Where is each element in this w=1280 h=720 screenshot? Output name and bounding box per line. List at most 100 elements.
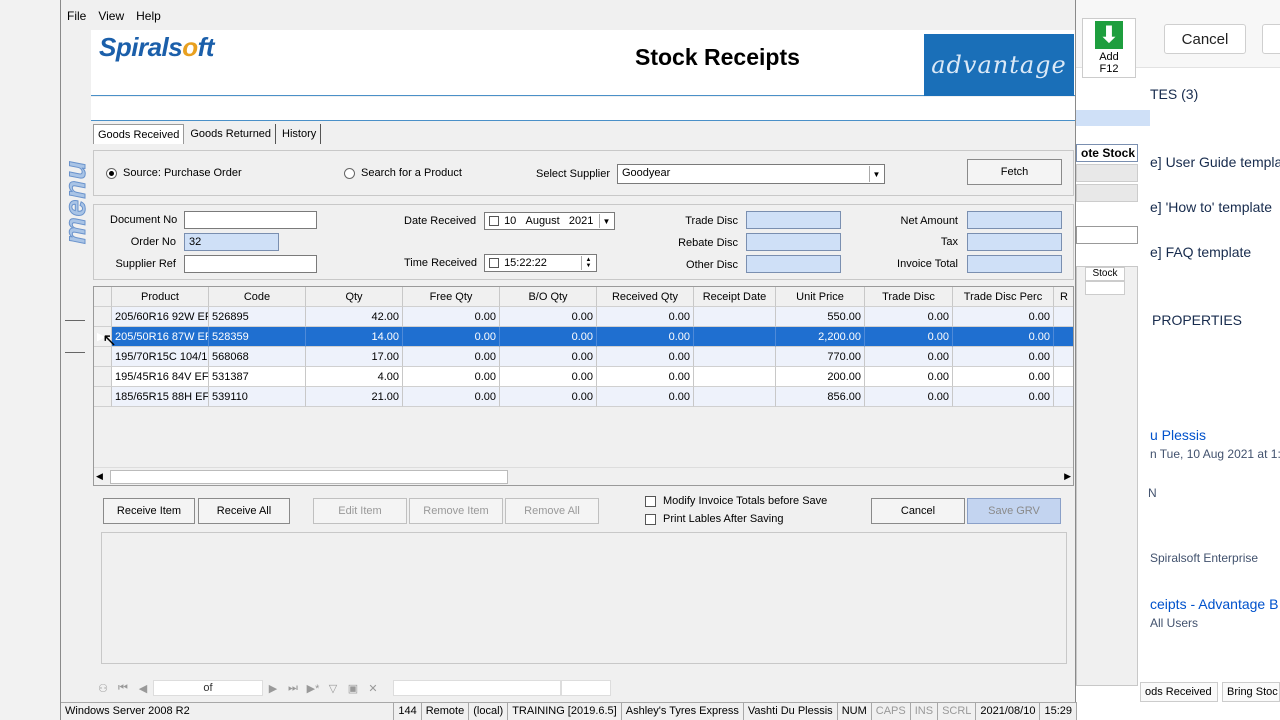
cell-trade-disc[interactable]: 0.00: [865, 347, 953, 367]
cell-free-qty[interactable]: 0.00: [403, 327, 500, 347]
cell-r[interactable]: [1054, 387, 1073, 407]
menu-help[interactable]: Help: [130, 6, 167, 26]
tab-goods-received[interactable]: Goods Received: [93, 124, 185, 144]
cell-free-qty[interactable]: 0.00: [403, 307, 500, 327]
bg-user-guide-link[interactable]: e] User Guide templa: [1150, 154, 1280, 170]
new-record-icon[interactable]: ▶*: [303, 679, 323, 697]
table-row[interactable]: 195/45R16 84V EFI 531387 4.00 0.00 0.00 0.00 2…: [94, 367, 1073, 387]
receive-all-button[interactable]: Receive All: [198, 498, 290, 524]
col-header-qty[interactable]: Qty: [306, 287, 403, 307]
table-row[interactable]: 205/60R16 92W EF 526895 42.00 0.00 0.00 0.00 5…: [94, 307, 1073, 327]
cell-qty[interactable]: 14.00: [306, 327, 403, 347]
record-position[interactable]: of: [153, 680, 263, 696]
table-row[interactable]: 195/70R15C 104/1(568068 17.00 0.00 0.00 0.00…: [94, 347, 1073, 367]
table-row[interactable]: 185/65R15 88H EFI 539110 21.00 0.00 0.00 0.00…: [94, 387, 1073, 407]
cell-trade-disc[interactable]: 0.00: [865, 327, 953, 347]
cell-received-qty[interactable]: 0.00: [597, 347, 694, 367]
cell-unit-price[interactable]: 856.00: [776, 387, 865, 407]
invoice-total-input[interactable]: [967, 255, 1062, 273]
col-header-unit-price[interactable]: Unit Price: [776, 287, 865, 307]
bg-receipts-link[interactable]: ceipts - Advantage B: [1150, 596, 1278, 612]
filter-icon[interactable]: ▽: [323, 679, 343, 697]
date-received-picker[interactable]: 10 August 2021 ▼: [484, 212, 615, 230]
cell-trade-disc[interactable]: 0.00: [865, 387, 953, 407]
cell-free-qty[interactable]: 0.00: [403, 347, 500, 367]
order-no-input[interactable]: 32: [184, 233, 279, 251]
supplier-ref-input[interactable]: [184, 255, 317, 273]
cell-code[interactable]: 531387: [209, 367, 306, 387]
bg-author-link[interactable]: u Plessis: [1150, 427, 1206, 443]
cell-trade-disc[interactable]: 0.00: [865, 307, 953, 327]
rebate-disc-input[interactable]: [746, 233, 841, 251]
horizontal-scrollbar[interactable]: ◀ ▶: [94, 467, 1073, 485]
bg-how-to-link[interactable]: e] 'How to' template: [1150, 199, 1272, 215]
tax-input[interactable]: [967, 233, 1062, 251]
cell-received-qty[interactable]: 0.00: [597, 307, 694, 327]
cell-unit-price[interactable]: 770.00: [776, 347, 865, 367]
menu-view[interactable]: View: [92, 6, 130, 26]
delete-icon[interactable]: ✕: [363, 679, 383, 697]
cell-receipt-date[interactable]: [694, 307, 776, 327]
tab-history[interactable]: History: [278, 124, 322, 144]
add-button[interactable]: ⬇ Add F12: [1082, 18, 1136, 78]
col-header-product[interactable]: Product: [112, 287, 209, 307]
cell-code[interactable]: 526895: [209, 307, 306, 327]
cell-qty[interactable]: 4.00: [306, 367, 403, 387]
col-header-receipt-date[interactable]: Receipt Date: [694, 287, 776, 307]
col-header-trade-disc[interactable]: Trade Disc: [865, 287, 953, 307]
cell-trade-disc-perc[interactable]: 0.00: [953, 307, 1054, 327]
cell-trade-disc[interactable]: 0.00: [865, 367, 953, 387]
receipt-grid[interactable]: Product Code Qty Free Qty B/O Qty Receiv…: [93, 286, 1074, 486]
cell-r[interactable]: [1054, 347, 1073, 367]
cell-trade-disc-perc[interactable]: 0.00: [953, 387, 1054, 407]
cell-qty[interactable]: 21.00: [306, 387, 403, 407]
date-checkbox[interactable]: [489, 216, 499, 227]
row-indicator[interactable]: [94, 387, 112, 407]
bg-extra-button[interactable]: [1262, 24, 1280, 54]
cell-receipt-date[interactable]: [694, 367, 776, 387]
tab-goods-returned[interactable]: Goods Returned: [186, 124, 277, 144]
time-received-picker[interactable]: 15:22:22 ▲ ▼: [484, 254, 597, 272]
supplier-select[interactable]: Goodyear ▼: [617, 164, 885, 184]
cell-product[interactable]: 195/70R15C 104/1(: [112, 347, 209, 367]
cell-code[interactable]: 528359: [209, 327, 306, 347]
bg-bring-stock-button[interactable]: Bring Stoc: [1222, 682, 1280, 702]
cell-bo-qty[interactable]: 0.00: [500, 347, 597, 367]
table-row[interactable]: ▶ 205/50R16 87W EF 528359 14.00 0.00 0.00 0.00…: [94, 327, 1073, 347]
cell-product[interactable]: 205/60R16 92W EF: [112, 307, 209, 327]
side-menu[interactable]: menu: [59, 30, 93, 698]
edit-item-button[interactable]: Edit Item: [313, 498, 407, 524]
cell-received-qty[interactable]: 0.00: [597, 367, 694, 387]
cell-receipt-date[interactable]: [694, 327, 776, 347]
other-disc-input[interactable]: [746, 255, 841, 273]
cell-product[interactable]: 185/65R15 88H EFI: [112, 387, 209, 407]
cell-product[interactable]: 195/45R16 84V EFI: [112, 367, 209, 387]
scroll-right-icon[interactable]: ▶: [1064, 471, 1071, 482]
cell-free-qty[interactable]: 0.00: [403, 387, 500, 407]
bg-cancel-button[interactable]: Cancel: [1164, 24, 1246, 54]
source-purchase-order-radio[interactable]: [106, 168, 117, 179]
cell-unit-price[interactable]: 550.00: [776, 307, 865, 327]
cell-trade-disc-perc[interactable]: 0.00: [953, 327, 1054, 347]
side-menu-label[interactable]: menu: [59, 64, 93, 340]
cell-free-qty[interactable]: 0.00: [403, 367, 500, 387]
fetch-button[interactable]: Fetch: [967, 159, 1062, 185]
cell-bo-qty[interactable]: 0.00: [500, 367, 597, 387]
cell-received-qty[interactable]: 0.00: [597, 387, 694, 407]
cell-code[interactable]: 568068: [209, 347, 306, 367]
first-record-icon[interactable]: ⏮: [113, 679, 133, 697]
cell-unit-price[interactable]: 200.00: [776, 367, 865, 387]
time-checkbox[interactable]: [489, 258, 499, 269]
cell-r[interactable]: [1054, 327, 1073, 347]
modify-totals-checkbox[interactable]: [645, 496, 656, 507]
cell-trade-disc-perc[interactable]: 0.00: [953, 347, 1054, 367]
col-header-trade-disc-perc[interactable]: Trade Disc Perc: [953, 287, 1054, 307]
last-record-icon[interactable]: ⏭: [283, 679, 303, 697]
receive-item-button[interactable]: Receive Item: [103, 498, 195, 524]
row-indicator[interactable]: [94, 307, 112, 327]
cell-unit-price[interactable]: 2,200.00: [776, 327, 865, 347]
menu-file[interactable]: File: [61, 6, 92, 26]
scroll-left-icon[interactable]: ◀: [96, 471, 103, 482]
net-amount-input[interactable]: [967, 211, 1062, 229]
save-icon[interactable]: ▣: [343, 679, 363, 697]
